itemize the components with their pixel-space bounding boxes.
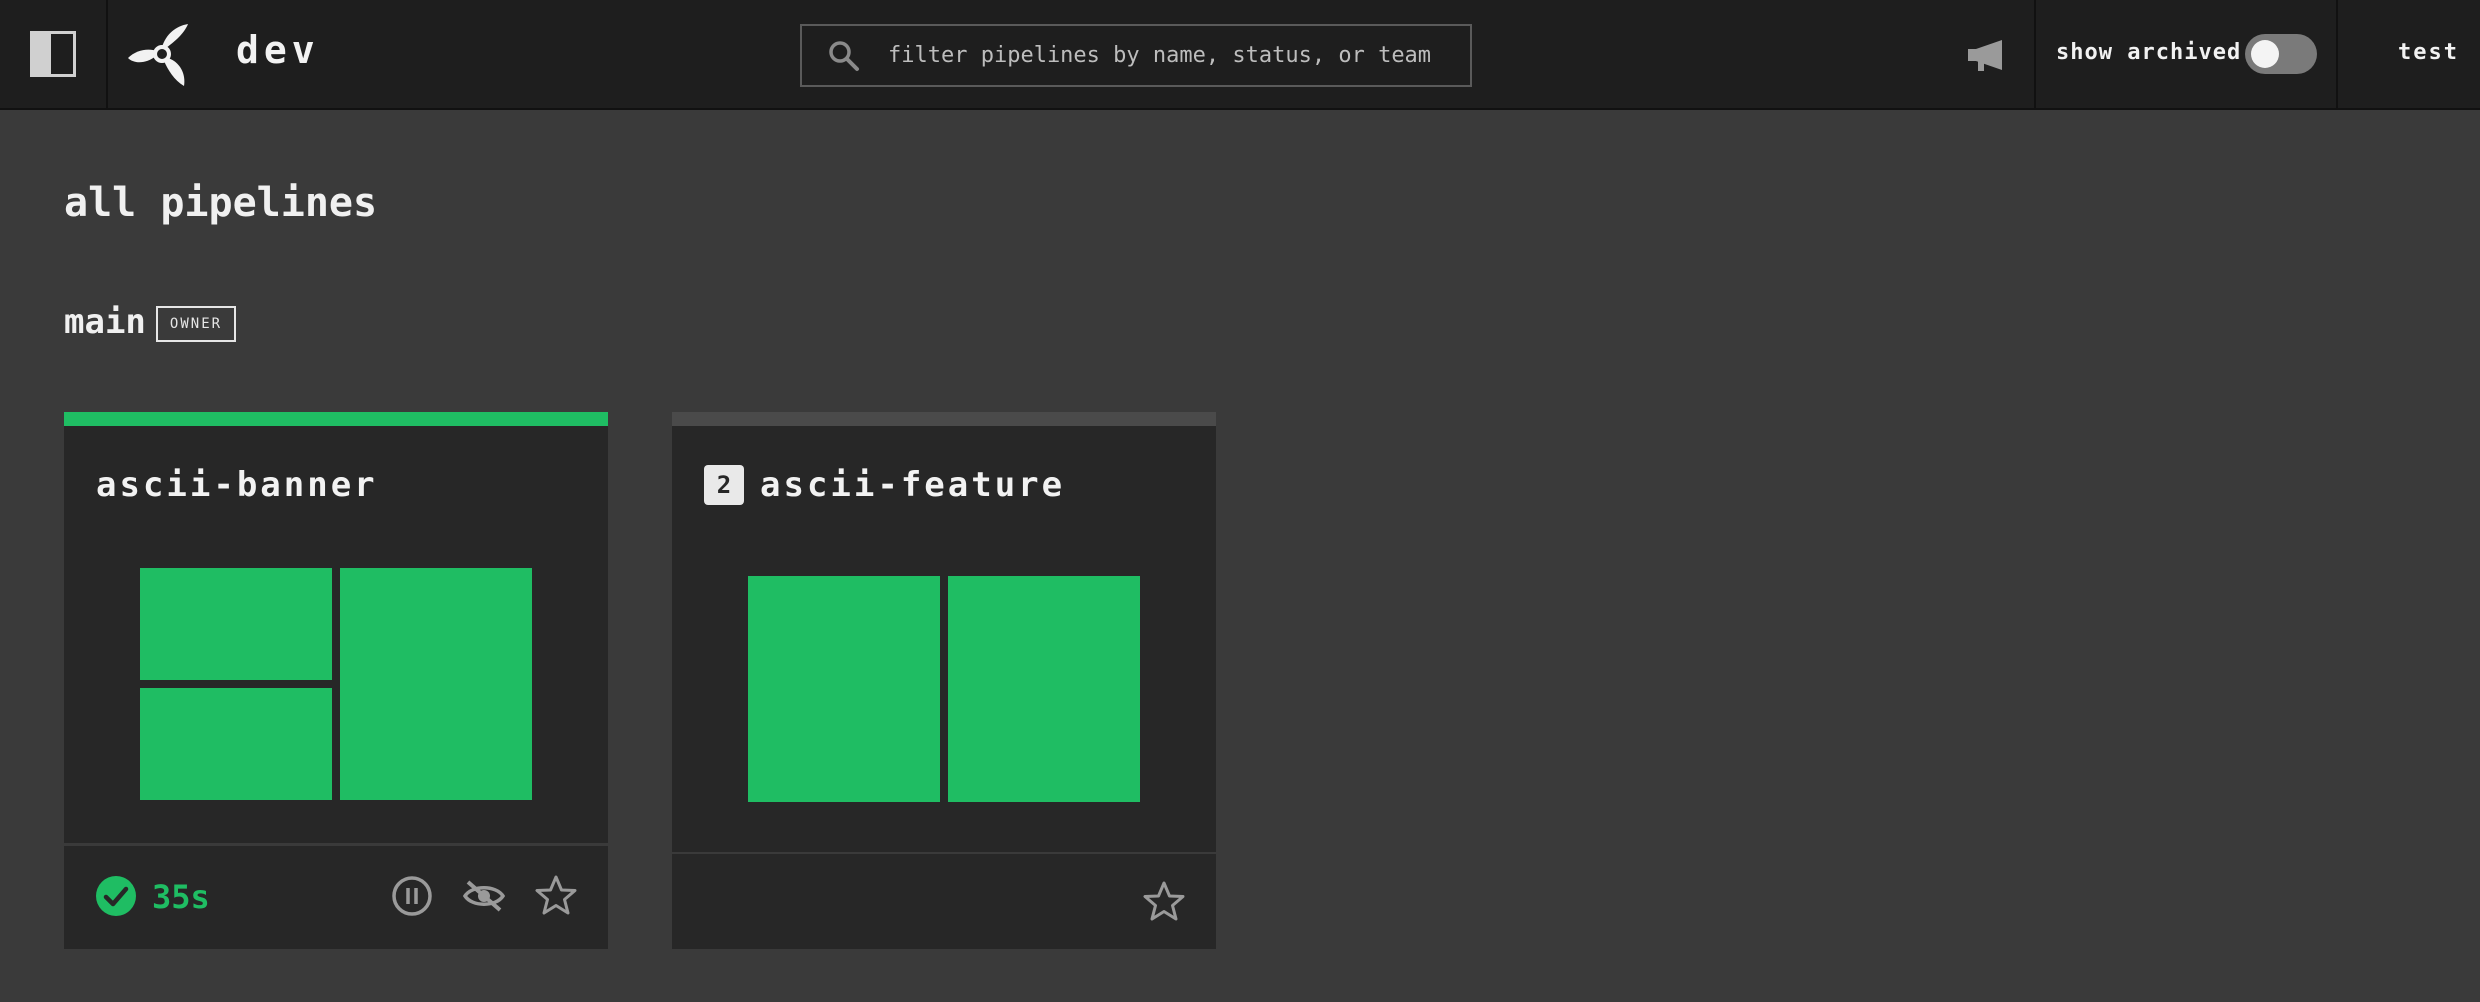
search-icon bbox=[829, 40, 859, 71]
toggle-knob bbox=[2251, 40, 2279, 68]
eye-slash-icon[interactable] bbox=[462, 874, 506, 918]
show-archived-toggle[interactable] bbox=[2245, 34, 2317, 74]
check-circle-icon bbox=[96, 876, 136, 916]
top-bar: dev show archived test bbox=[0, 0, 2480, 110]
show-archived-label: show archived bbox=[2056, 40, 2242, 65]
megaphone-icon[interactable] bbox=[1966, 36, 2006, 76]
job-box[interactable] bbox=[948, 576, 1140, 802]
pipeline-card-header[interactable]: ascii-banner bbox=[64, 426, 608, 543]
pipeline-preview[interactable] bbox=[64, 536, 608, 843]
sidebar-toggle-button[interactable] bbox=[0, 0, 108, 108]
job-box[interactable] bbox=[140, 568, 332, 680]
pipeline-preview[interactable] bbox=[672, 536, 1216, 852]
pipeline-card[interactable]: 2 ascii-feature bbox=[672, 412, 1216, 949]
star-icon[interactable] bbox=[534, 874, 578, 918]
star-icon[interactable] bbox=[1142, 880, 1186, 924]
pause-icon[interactable] bbox=[390, 874, 434, 918]
pipeline-card-footer bbox=[672, 854, 1216, 949]
team-name: dev bbox=[236, 28, 320, 72]
pipeline-card-header[interactable]: 2 ascii-feature bbox=[672, 426, 1216, 543]
topbar-divider bbox=[2336, 0, 2338, 108]
pipeline-name[interactable]: ascii-feature bbox=[760, 465, 1065, 505]
topbar-divider bbox=[2034, 0, 2036, 108]
status-bar bbox=[672, 412, 1216, 426]
pipeline-card[interactable]: ascii-banner 35s bbox=[64, 412, 608, 949]
user-menu[interactable]: test bbox=[2398, 40, 2459, 65]
team-heading: main bbox=[64, 302, 146, 342]
concourse-logo-icon[interactable] bbox=[128, 20, 196, 88]
job-box[interactable] bbox=[748, 576, 940, 802]
pipeline-card-footer: 35s bbox=[64, 846, 608, 949]
status-bar bbox=[64, 412, 608, 426]
search-bar[interactable] bbox=[800, 24, 1472, 87]
build-duration: 35s bbox=[152, 878, 210, 916]
search-input[interactable] bbox=[862, 26, 1470, 85]
role-badge: OWNER bbox=[156, 306, 236, 342]
sidebar-toggle-icon bbox=[30, 31, 76, 77]
pipeline-name[interactable]: ascii-banner bbox=[96, 465, 378, 505]
job-box[interactable] bbox=[140, 688, 332, 800]
job-box[interactable] bbox=[340, 568, 532, 800]
instance-count-badge: 2 bbox=[704, 464, 744, 505]
page-title: all pipelines bbox=[64, 180, 378, 226]
